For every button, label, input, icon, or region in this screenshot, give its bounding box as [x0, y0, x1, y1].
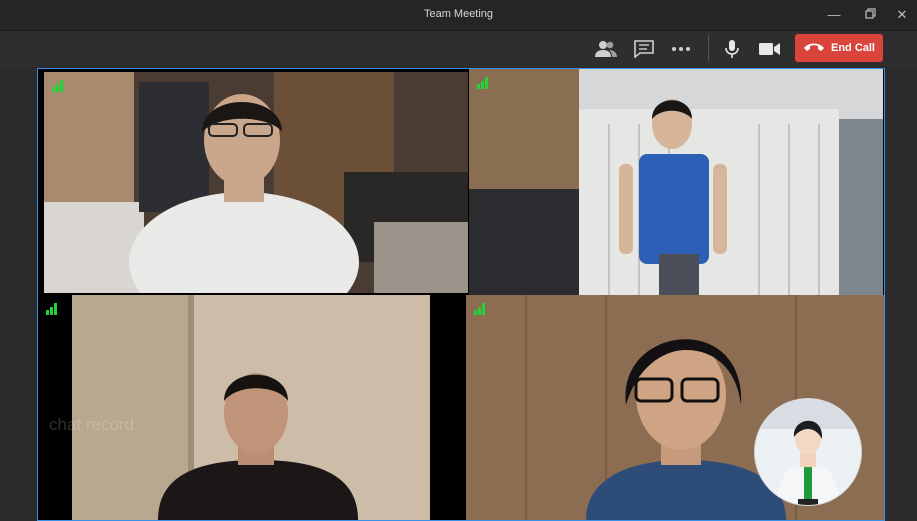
- minimize-icon[interactable]: —: [825, 6, 843, 24]
- participant-video: [44, 72, 468, 293]
- video-grid: chat record: [37, 68, 885, 521]
- chat-icon[interactable]: [630, 35, 658, 63]
- end-call-label: End Call: [830, 42, 875, 54]
- participant-video: [38, 295, 464, 520]
- more-icon[interactable]: [667, 35, 695, 63]
- close-icon[interactable]: ✕: [893, 6, 911, 24]
- signal-icon: [477, 77, 491, 89]
- chat-record-overlay[interactable]: chat record: [49, 415, 134, 435]
- participants-icon[interactable]: [592, 35, 620, 63]
- end-call-button[interactable]: End Call: [795, 34, 883, 62]
- video-tile-top-left[interactable]: [44, 72, 468, 293]
- video-tile-top-right[interactable]: [469, 69, 883, 295]
- participant-video: [469, 69, 883, 295]
- toolbar-divider: [708, 35, 709, 61]
- signal-icon: [474, 303, 488, 315]
- maximize-icon[interactable]: [861, 6, 879, 24]
- signal-icon: [46, 303, 60, 315]
- window-title: Team Meeting: [423, 8, 494, 20]
- meeting-toolbar: End Call: [0, 31, 917, 67]
- title-bar: Team Meeting — ✕: [0, 0, 917, 31]
- camera-icon[interactable]: [756, 35, 784, 63]
- microphone-icon[interactable]: [718, 35, 746, 63]
- self-view-avatar[interactable]: [754, 398, 862, 506]
- signal-icon: [52, 80, 66, 92]
- video-tile-bottom-left[interactable]: chat record: [38, 295, 464, 520]
- phone-hangup-icon: [803, 42, 825, 55]
